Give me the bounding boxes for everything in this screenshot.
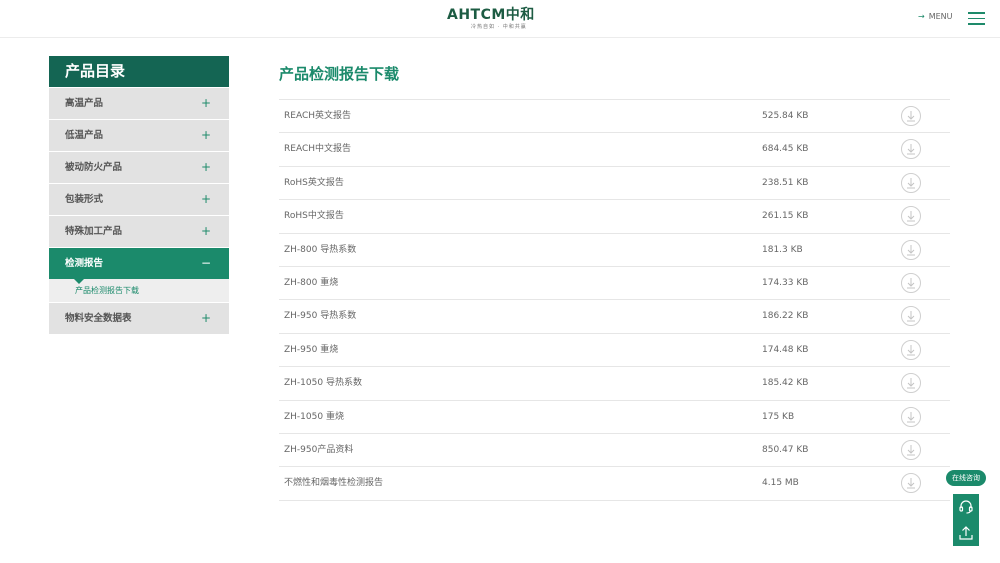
file-size: 238.51 KB: [762, 177, 809, 188]
file-row: ZH-1050 导热系数 185.42 KB: [279, 367, 950, 401]
file-name[interactable]: ZH-950 导热系数: [284, 300, 356, 333]
headset-icon: [959, 500, 973, 514]
download-button[interactable]: [901, 106, 921, 126]
file-size: 181.3 KB: [762, 244, 803, 255]
sidebar-item-packaging[interactable]: 包装形式 +: [49, 184, 229, 215]
file-name[interactable]: ZH-1050 导热系数: [284, 367, 362, 400]
expand-icon[interactable]: +: [201, 216, 211, 247]
file-name[interactable]: ZH-800 重烧: [284, 267, 338, 300]
back-to-top-button[interactable]: [953, 520, 979, 546]
download-button[interactable]: [901, 172, 921, 193]
file-name[interactable]: ZH-950产品资料: [284, 434, 353, 467]
download-icon: [907, 111, 915, 122]
sidebar-item-low-temp[interactable]: 低温产品 +: [49, 120, 229, 151]
download-icon: [907, 444, 915, 456]
expand-icon[interactable]: +: [201, 88, 211, 119]
report-file-list: REACH英文报告 525.84 KB REACH中文报告 684.45 KB RoHS…: [279, 99, 950, 501]
file-name[interactable]: REACH中文报告: [284, 133, 351, 166]
logo-tagline: 冷热自如 · 中和共赢: [471, 24, 527, 30]
sidebar-item-high-temp[interactable]: 高温产品 +: [49, 88, 229, 119]
online-consult-badge[interactable]: 在线咨询: [946, 470, 986, 486]
expand-icon[interactable]: +: [201, 120, 211, 151]
file-size: 186.22 KB: [762, 311, 809, 322]
file-size: 850.47 KB: [762, 444, 809, 455]
download-button[interactable]: [901, 373, 921, 394]
download-icon: [907, 311, 915, 322]
site-header: AHTCM中和 冷热自如 · 中和共赢 → MENU: [0, 0, 1000, 38]
file-row: RoHS英文报告 238.51 KB: [279, 167, 950, 201]
download-icon: [907, 344, 915, 356]
file-size: 525.84 KB: [762, 111, 809, 121]
download-icon: [907, 177, 915, 189]
expand-icon[interactable]: +: [201, 184, 211, 215]
file-size: 174.48 KB: [762, 344, 809, 355]
file-name[interactable]: REACH英文报告: [284, 100, 351, 133]
sidebar-item-label: 检测报告: [65, 258, 104, 269]
download-icon: [907, 277, 915, 289]
sidebar-item-label: 特殊加工产品: [65, 226, 123, 237]
sidebar-item-label: 物料安全数据表: [65, 313, 132, 324]
expand-icon[interactable]: +: [201, 152, 211, 183]
download-button[interactable]: [901, 239, 921, 260]
file-row: REACH中文报告 684.45 KB: [279, 133, 950, 167]
file-row: ZH-950 重烧 174.48 KB: [279, 334, 950, 368]
file-name[interactable]: RoHS英文报告: [284, 167, 344, 200]
sidebar-item-passive-fire[interactable]: 被动防火产品 +: [49, 152, 229, 183]
logo[interactable]: AHTCM中和 冷热自如 · 中和共赢: [447, 7, 555, 31]
sidebar-title: 产品目录: [49, 56, 229, 87]
sidebar-item-label: 被动防火产品: [65, 162, 123, 173]
download-button[interactable]: [901, 339, 921, 360]
hamburger-menu-icon[interactable]: [968, 12, 985, 25]
file-size: 185.42 KB: [762, 378, 809, 389]
download-button[interactable]: [901, 139, 921, 160]
sidebar-item-label: 包装形式: [65, 194, 104, 205]
download-button[interactable]: [901, 473, 921, 494]
download-icon: [907, 378, 915, 389]
file-row: ZH-800 重烧 174.33 KB: [279, 267, 950, 301]
file-size: 4.15 MB: [762, 478, 799, 489]
menu-label: MENU: [928, 12, 953, 21]
file-row: ZH-800 导热系数 181.3 KB: [279, 234, 950, 267]
menu-link[interactable]: → MENU: [918, 12, 953, 21]
download-button[interactable]: [901, 272, 921, 293]
file-row: RoHS中文报告 261.15 KB: [279, 200, 950, 234]
download-icon: [907, 478, 915, 489]
page-title: 产品检测报告下载: [279, 65, 400, 83]
file-name[interactable]: ZH-1050 重烧: [284, 401, 344, 434]
download-icon: [907, 411, 915, 423]
file-size: 175 KB: [762, 411, 795, 422]
customer-service-button[interactable]: [953, 494, 979, 520]
download-button[interactable]: [901, 439, 921, 460]
file-row: REACH英文报告 525.84 KB: [279, 100, 950, 134]
product-sidebar: 产品目录 高温产品 + 低温产品 + 被动防火产品 + 包装形式 + 特殊加工产…: [49, 56, 229, 334]
download-icon: [907, 244, 915, 256]
arrow-right-icon: →: [918, 12, 925, 21]
sidebar-item-label: 低温产品: [65, 130, 104, 141]
file-name[interactable]: ZH-800 导热系数: [284, 234, 356, 267]
file-size: 684.45 KB: [762, 144, 809, 155]
collapse-icon[interactable]: −: [201, 248, 211, 279]
expand-icon[interactable]: +: [201, 303, 211, 334]
download-button[interactable]: [901, 306, 921, 327]
file-name[interactable]: 不燃性和烟毒性检测报告: [284, 467, 383, 500]
upload-icon: [959, 526, 973, 540]
file-name[interactable]: RoHS中文报告: [284, 200, 344, 233]
file-row: 不燃性和烟毒性检测报告 4.15 MB: [279, 467, 950, 501]
sidebar-item-label: 高温产品: [65, 98, 104, 109]
logo-text: AHTCM中和: [447, 7, 535, 23]
file-size: 261.15 KB: [762, 211, 809, 222]
file-row: ZH-950 导热系数 186.22 KB: [279, 300, 950, 334]
download-button[interactable]: [901, 406, 921, 427]
file-row: ZH-950产品资料 850.47 KB: [279, 434, 950, 468]
sidebar-item-special-processing[interactable]: 特殊加工产品 +: [49, 216, 229, 247]
download-icon: [907, 144, 915, 155]
download-button[interactable]: [901, 206, 921, 227]
file-size: 174.33 KB: [762, 277, 809, 288]
sidebar-item-test-reports[interactable]: 检测报告 −: [49, 248, 229, 284]
sidebar-item-msds[interactable]: 物料安全数据表 +: [49, 303, 229, 334]
file-name[interactable]: ZH-950 重烧: [284, 334, 338, 367]
download-icon: [907, 211, 915, 222]
file-row: ZH-1050 重烧 175 KB: [279, 401, 950, 434]
